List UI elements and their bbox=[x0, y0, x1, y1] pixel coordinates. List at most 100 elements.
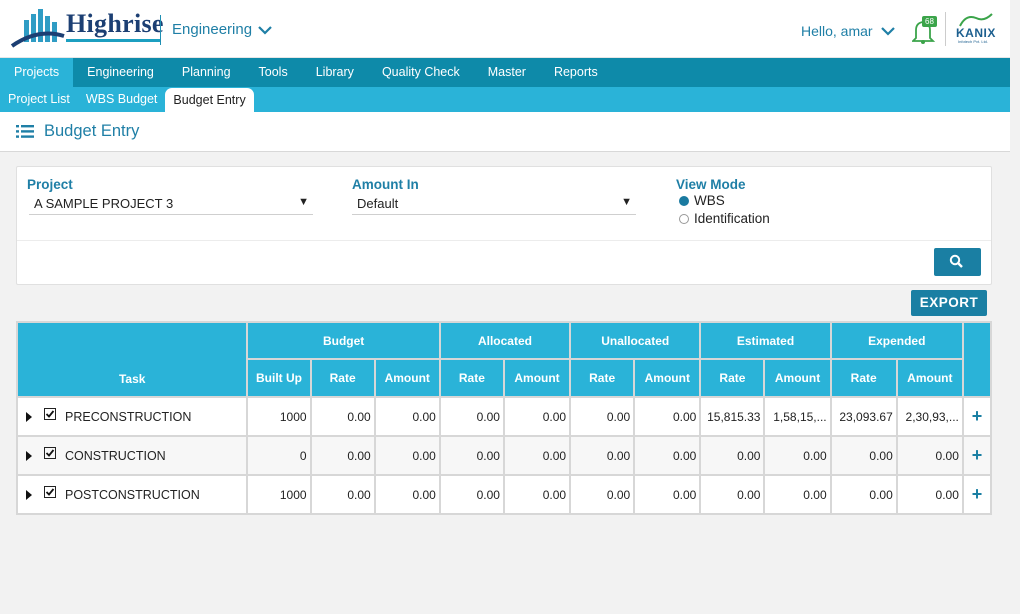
notification-badge: 68 bbox=[922, 16, 937, 27]
table-cell[interactable]: 0.00 bbox=[309, 474, 376, 515]
add-row-button[interactable]: + bbox=[961, 435, 993, 476]
nav-library[interactable]: Library bbox=[302, 58, 368, 87]
task-cell: POSTCONSTRUCTION bbox=[15, 474, 249, 515]
app-header: Highrise Engineering Hello, amar 68 KANI… bbox=[0, 0, 1010, 58]
table-cell: 0.00 bbox=[502, 396, 572, 437]
add-row-button[interactable]: + bbox=[961, 474, 993, 515]
project-select[interactable]: A SAMPLE PROJECT 3 ▼ bbox=[29, 193, 313, 215]
table-cell: 0.00 bbox=[502, 474, 572, 515]
table-row: PRECONSTRUCTION 1000 0.00 0.00 0.00 0.00… bbox=[15, 396, 993, 437]
table-cell: 0.00 bbox=[699, 474, 766, 515]
table-cell: 2,30,93,... bbox=[895, 396, 964, 437]
table-row: POSTCONSTRUCTION 1000 0.00 0.00 0.00 0.0… bbox=[15, 474, 993, 515]
table-cell[interactable]: 0.00 bbox=[309, 396, 376, 437]
radio-selected-icon[interactable] bbox=[679, 195, 689, 206]
building-bars-icon bbox=[10, 9, 65, 48]
task-cell: CONSTRUCTION bbox=[15, 435, 249, 476]
nav-engineering[interactable]: Engineering bbox=[73, 58, 168, 87]
subnav-wbs-budget[interactable]: WBS Budget bbox=[78, 87, 166, 112]
column-header: Rate bbox=[309, 358, 376, 398]
chevron-down-icon bbox=[880, 27, 895, 36]
nav-reports[interactable]: Reports bbox=[540, 58, 612, 87]
project-value: A SAMPLE PROJECT 3 bbox=[34, 196, 174, 211]
page-title-bar: Budget Entry bbox=[0, 112, 1010, 152]
notification-bell[interactable]: 68 bbox=[910, 16, 938, 44]
header-divider bbox=[160, 15, 161, 45]
chevron-down-icon bbox=[258, 25, 272, 35]
view-mode-identification-label: Identification bbox=[694, 211, 770, 226]
amount-in-select[interactable]: Default ▼ bbox=[352, 193, 636, 215]
logo-text: Highrise bbox=[66, 9, 164, 38]
nav-tools[interactable]: Tools bbox=[245, 58, 302, 87]
table-cell: 0.00 bbox=[373, 396, 441, 437]
task-cell: PRECONSTRUCTION bbox=[15, 396, 249, 437]
page-title: Budget Entry bbox=[44, 122, 140, 140]
kanix-logo-text: KANIX bbox=[956, 26, 996, 40]
project-label: Project bbox=[27, 177, 73, 192]
table-cell: 0.00 bbox=[569, 435, 636, 476]
user-menu[interactable]: Hello, amar bbox=[801, 23, 895, 39]
nav-planning[interactable]: Planning bbox=[168, 58, 245, 87]
checkbox-icon[interactable] bbox=[44, 407, 56, 420]
caret-down-icon: ▼ bbox=[621, 196, 632, 208]
subnav-budget-entry[interactable]: Budget Entry bbox=[165, 88, 254, 112]
list-icon bbox=[16, 125, 34, 138]
task-name: CONSTRUCTION bbox=[65, 448, 166, 463]
table-cell: 0.00 bbox=[633, 396, 702, 437]
table-cell: 0.00 bbox=[373, 435, 441, 476]
table-cell: 0.00 bbox=[502, 435, 572, 476]
task-name: POSTCONSTRUCTION bbox=[65, 487, 200, 502]
table-cell[interactable]: 0.00 bbox=[309, 435, 376, 476]
view-mode-label: View Mode bbox=[676, 177, 746, 192]
table-cell: 15,815.33 bbox=[699, 396, 766, 437]
checkbox-icon[interactable] bbox=[44, 485, 56, 498]
amount-in-label: Amount In bbox=[352, 177, 419, 192]
nav-projects[interactable]: Projects bbox=[0, 58, 74, 87]
subnav-project-list[interactable]: Project List bbox=[0, 87, 78, 112]
expand-arrow-icon[interactable] bbox=[26, 450, 32, 461]
table-cell: 0.00 bbox=[895, 474, 964, 515]
column-header: Amount bbox=[895, 358, 964, 398]
table-cell: 0.00 bbox=[373, 474, 441, 515]
radio-unselected-icon[interactable] bbox=[679, 213, 689, 224]
view-mode-identification[interactable]: Identification bbox=[679, 211, 770, 226]
module-label: Engineering bbox=[172, 21, 253, 38]
column-header: Amount bbox=[633, 358, 702, 398]
table-cell: 0.00 bbox=[895, 435, 964, 476]
unallocated-group-header: Unallocated bbox=[569, 321, 702, 360]
table-cell[interactable]: 1000 bbox=[246, 396, 312, 437]
table-cell: 0.00 bbox=[829, 435, 898, 476]
table-cell: 0.00 bbox=[438, 396, 505, 437]
sub-nav: Project List WBS Budget Budget Entry bbox=[0, 87, 1010, 112]
budget-table: Task Budget Allocated Unallocated Estima… bbox=[15, 321, 993, 515]
caret-down-icon: ▼ bbox=[298, 196, 309, 208]
table-cell: 23,093.67 bbox=[829, 396, 898, 437]
view-mode-wbs[interactable]: WBS bbox=[679, 193, 725, 208]
table-cell[interactable]: 1000 bbox=[246, 474, 312, 515]
greeting-text: Hello, amar bbox=[801, 23, 873, 39]
estimated-group-header: Estimated bbox=[699, 321, 832, 360]
column-header: Built Up bbox=[246, 358, 312, 398]
export-button[interactable]: EXPORT bbox=[911, 290, 987, 316]
add-row-button[interactable]: + bbox=[961, 396, 993, 437]
table-cell: 0.00 bbox=[569, 474, 636, 515]
expended-group-header: Expended bbox=[829, 321, 964, 360]
nav-quality-check[interactable]: Quality Check bbox=[368, 58, 474, 87]
table-cell[interactable]: 0 bbox=[246, 435, 312, 476]
module-dropdown[interactable]: Engineering bbox=[172, 21, 272, 38]
checkbox-icon[interactable] bbox=[44, 446, 56, 459]
table-cell: 0.00 bbox=[763, 435, 832, 476]
highrise-logo[interactable]: Highrise bbox=[10, 6, 163, 50]
expand-arrow-icon[interactable] bbox=[26, 489, 32, 500]
allocated-group-header: Allocated bbox=[438, 321, 572, 360]
expand-arrow-icon[interactable] bbox=[26, 411, 32, 422]
table-cell: 0.00 bbox=[569, 396, 636, 437]
kanix-logo-subtext: Infotech Pvt. Ltd. bbox=[958, 39, 989, 44]
search-button[interactable] bbox=[934, 248, 981, 276]
table-cell: 1,58,15,... bbox=[763, 396, 832, 437]
nav-master[interactable]: Master bbox=[474, 58, 540, 87]
column-header: Rate bbox=[829, 358, 898, 398]
main-nav: Projects Engineering Planning Tools Libr… bbox=[0, 58, 1010, 87]
task-name: PRECONSTRUCTION bbox=[65, 409, 192, 424]
filter-panel: Project A SAMPLE PROJECT 3 ▼ Amount In D… bbox=[16, 166, 992, 285]
